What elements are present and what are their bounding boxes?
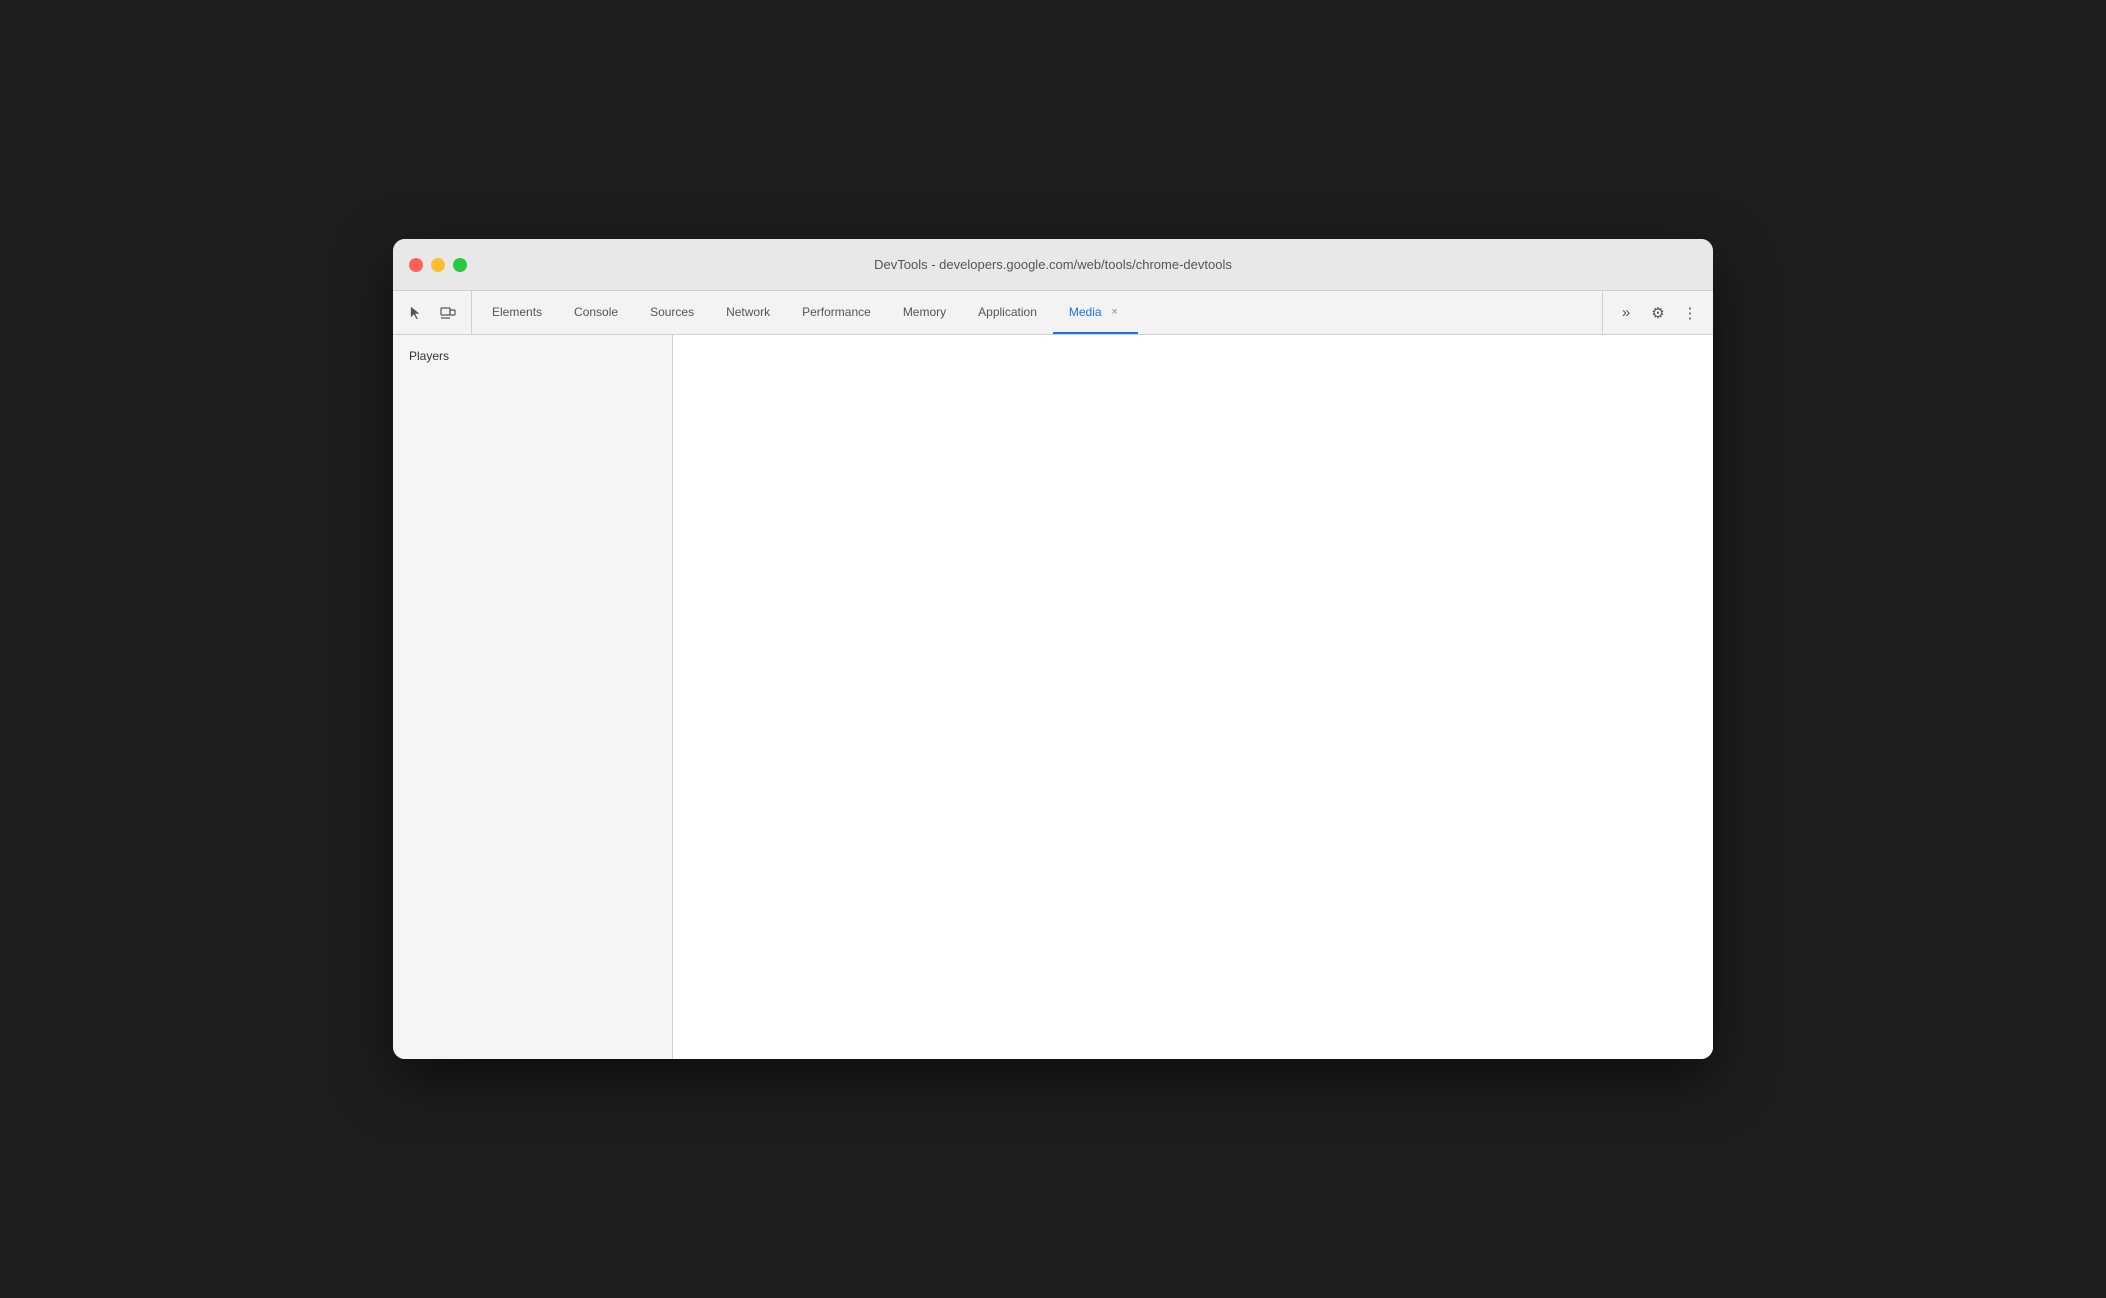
traffic-lights <box>409 258 467 272</box>
window-title: DevTools - developers.google.com/web/too… <box>874 257 1232 272</box>
tabs-list: Elements Console Sources Network Perform… <box>476 291 1598 334</box>
more-tabs-button[interactable]: » <box>1611 298 1641 328</box>
cursor-icon <box>408 305 424 321</box>
content-area: Players <box>393 335 1713 1059</box>
main-panel <box>673 335 1713 1059</box>
players-label: Players <box>409 349 449 363</box>
tab-performance[interactable]: Performance <box>786 291 887 334</box>
tab-media[interactable]: Media × <box>1053 291 1138 334</box>
cursor-tool-button[interactable] <box>401 298 431 328</box>
tab-application[interactable]: Application <box>962 291 1053 334</box>
tab-console[interactable]: Console <box>558 291 634 334</box>
close-button[interactable] <box>409 258 423 272</box>
tab-media-close[interactable]: × <box>1108 305 1122 319</box>
more-options-button[interactable]: ⋮ <box>1675 298 1705 328</box>
tabs-bar: Elements Console Sources Network Perform… <box>393 291 1713 335</box>
devtools-window: DevTools - developers.google.com/web/too… <box>393 239 1713 1059</box>
tabs-right-toolbar: » ⚙ ⋮ <box>1602 291 1713 334</box>
tab-network[interactable]: Network <box>710 291 786 334</box>
tab-sources[interactable]: Sources <box>634 291 710 334</box>
maximize-button[interactable] <box>453 258 467 272</box>
sidebar: Players <box>393 335 673 1059</box>
settings-button[interactable]: ⚙ <box>1643 298 1673 328</box>
tab-memory[interactable]: Memory <box>887 291 962 334</box>
title-bar: DevTools - developers.google.com/web/too… <box>393 239 1713 291</box>
device-icon <box>440 305 456 321</box>
toolbar-icons <box>401 291 472 334</box>
tab-elements[interactable]: Elements <box>476 291 558 334</box>
minimize-button[interactable] <box>431 258 445 272</box>
device-toggle-button[interactable] <box>433 298 463 328</box>
